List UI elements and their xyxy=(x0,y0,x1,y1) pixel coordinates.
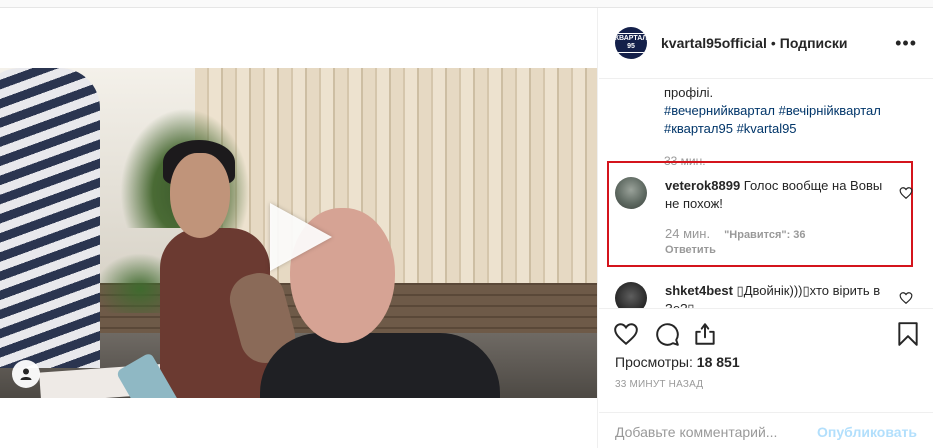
comment-avatar[interactable] xyxy=(615,282,647,308)
post-side-panel: КВАРТАЛ 95 kvartal95official • Подписки … xyxy=(599,8,933,448)
page-top-strip xyxy=(0,0,933,7)
actions-bar xyxy=(599,308,933,356)
bookmark-icon[interactable] xyxy=(895,321,921,347)
comment-item: veterok8899 Голос вообще на Вовы не похо… xyxy=(615,177,915,257)
header-username[interactable]: kvartal95official xyxy=(661,35,767,51)
comment-meta: 24 мин. "Нравится": 36 xyxy=(665,226,806,241)
comment-body: veterok8899 Голос вообще на Вовы не похо… xyxy=(665,177,890,213)
comment-likes-count[interactable]: "Нравится": 36 xyxy=(724,229,805,241)
comment-avatar[interactable] xyxy=(615,177,647,209)
more-horizontal-icon[interactable]: ••• xyxy=(895,34,917,52)
video-person-middle-head xyxy=(170,153,230,238)
post-container: КВАРТАЛ 95 kvartal95official • Подписки … xyxy=(0,7,933,448)
avatar-logo-text: КВАРТАЛ 95 xyxy=(615,33,647,53)
caption-text: профілі. #вечернийквартал #вечірнійкварт… xyxy=(664,84,914,138)
reply-button[interactable]: Ответить xyxy=(665,244,716,256)
hashtag-link[interactable]: #kvartal95 xyxy=(737,121,797,136)
user-tag-icon[interactable] xyxy=(12,360,40,388)
comment-input[interactable] xyxy=(615,423,815,441)
share-arrow-icon[interactable] xyxy=(692,321,718,347)
views-value: 18 851 xyxy=(696,354,740,370)
add-comment-section: Опубликовать xyxy=(599,412,933,448)
header-text: kvartal95official • Подписки xyxy=(661,35,848,51)
post-header: КВАРТАЛ 95 kvartal95official • Подписки … xyxy=(599,8,933,79)
follow-status-button[interactable]: Подписки xyxy=(780,35,848,51)
publish-button[interactable]: Опубликовать xyxy=(817,424,917,440)
comment-username[interactable]: veterok8899 xyxy=(665,178,740,193)
video-person-right xyxy=(260,333,500,398)
heart-icon[interactable] xyxy=(613,321,639,347)
comment-body: shket4best ▯Двойнік)))▯хто вірить в Зе?▯ xyxy=(665,282,890,308)
views-label: Просмотры: xyxy=(615,354,693,370)
hashtag-link[interactable]: #вечірнійквартал xyxy=(779,103,881,118)
comment-heart-icon[interactable] xyxy=(899,291,913,305)
avatar[interactable]: КВАРТАЛ 95 xyxy=(615,27,647,59)
comments-list[interactable]: профілі. #вечернийквартал #вечірнійкварт… xyxy=(599,79,933,308)
views-count[interactable]: Просмотры: 18 851 xyxy=(615,354,740,370)
media-area xyxy=(0,8,598,448)
video-person-left xyxy=(0,68,100,368)
hashtag-link[interactable]: #вечернийквартал xyxy=(664,103,775,118)
play-icon[interactable] xyxy=(270,203,332,271)
comment-heart-icon[interactable] xyxy=(899,186,913,200)
post-timestamp[interactable]: 33 МИНУТ НАЗАД xyxy=(615,379,703,390)
comment-item: shket4best ▯Двойнік)))▯хто вірить в Зе?▯ xyxy=(615,282,915,308)
header-separator: • xyxy=(770,35,776,51)
comment-time: 24 мин. xyxy=(665,226,711,241)
hashtag-link[interactable]: #квартал95 xyxy=(664,121,733,136)
comment-username[interactable]: shket4best xyxy=(665,283,733,298)
comment-bubble-icon[interactable] xyxy=(654,321,680,347)
caption-line: профілі. xyxy=(664,85,714,100)
